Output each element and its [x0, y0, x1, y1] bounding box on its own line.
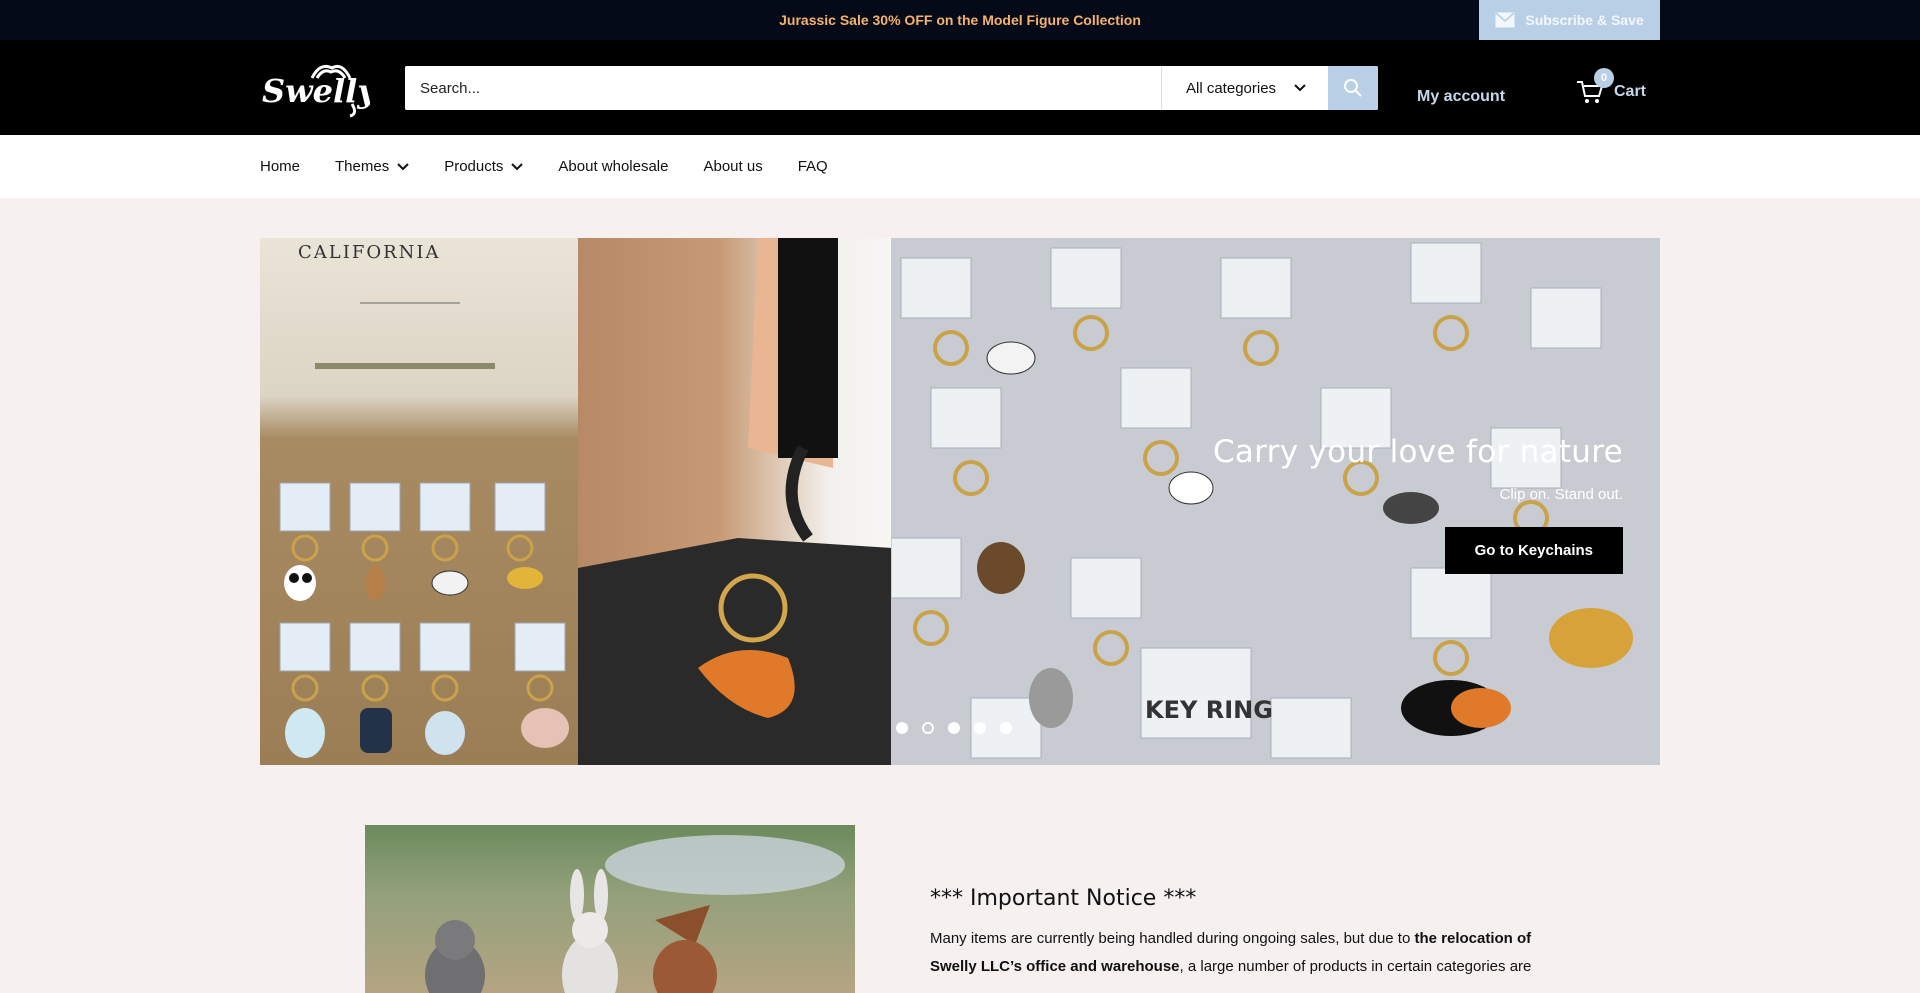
- nav-label: Themes: [335, 158, 390, 175]
- hero-image-corkboard: CALIFORNIA: [260, 238, 578, 765]
- search-button[interactable]: [1328, 66, 1378, 110]
- hero-title: Carry your love for nature: [1212, 434, 1623, 470]
- important-notice: *** Important Notice *** Many items are …: [930, 886, 1570, 981]
- corkboard-keychains-illustration: CALIFORNIA: [279, 242, 569, 758]
- slide-dot-4[interactable]: [974, 722, 986, 734]
- slide-indicators: [896, 722, 1012, 734]
- hero-caption: Carry your love for nature Clip on. Stan…: [1213, 434, 1623, 574]
- california-sign-text: CALIFORNIA: [298, 242, 441, 263]
- nav-label: Products: [444, 158, 504, 175]
- chevron-down-icon: [1294, 84, 1306, 92]
- swelly-logo[interactable]: Swelly: [260, 58, 370, 118]
- notice-title: *** Important Notice ***: [930, 886, 1197, 911]
- header: Swelly All categories My account 0 Cart: [0, 40, 1920, 135]
- search-icon: [1344, 79, 1362, 97]
- mail-icon: [1495, 12, 1515, 28]
- slide-dot-1[interactable]: [896, 722, 908, 734]
- my-account-link[interactable]: My account: [1417, 88, 1505, 106]
- category-select-label: All categories: [1186, 79, 1277, 97]
- figurines-illustration: [425, 835, 845, 993]
- hero-subtitle: Clip on. Stand out.: [1499, 486, 1623, 503]
- slide-dot-3[interactable]: [948, 722, 960, 734]
- hero-slideshow[interactable]: CALIFORNIA KEY RING Carry your love for …: [260, 238, 1660, 765]
- tag-text: KEY RING: [1145, 696, 1273, 724]
- cart-count-badge: 0: [1594, 68, 1614, 88]
- nav-item-about-us[interactable]: About us: [703, 158, 762, 175]
- figurines-image: [365, 825, 855, 993]
- notice-body: Many items are currently being handled d…: [930, 925, 1570, 981]
- nav-label: About us: [703, 158, 763, 175]
- category-select[interactable]: All categories: [1161, 66, 1328, 110]
- search-input[interactable]: [405, 66, 1161, 110]
- subscribe-button[interactable]: Subscribe & Save: [1479, 0, 1660, 40]
- nav-label: FAQ: [797, 158, 828, 175]
- cart-label: Cart: [1614, 83, 1647, 100]
- chevron-down-icon: [511, 162, 524, 170]
- nav-item-faq[interactable]: FAQ: [798, 158, 828, 175]
- slide-dot-2[interactable]: [922, 722, 934, 734]
- nav-label: About wholesale: [558, 158, 669, 175]
- search-bar: All categories: [405, 66, 1378, 110]
- main-nav: Home Themes Products About wholesale Abo…: [0, 135, 1920, 198]
- nav-item-about-wholesale[interactable]: About wholesale: [558, 158, 668, 175]
- announcement-bar: Jurassic Sale 30% OFF on the Model Figur…: [0, 0, 1920, 40]
- cart-icon-wrap: 0: [1576, 68, 1614, 106]
- notice-body-text: Many items are currently being handled d…: [930, 930, 1415, 947]
- go-to-keychains-button[interactable]: Go to Keychains: [1444, 527, 1623, 574]
- subscribe-label: Subscribe & Save: [1525, 12, 1644, 28]
- slide-dot-5[interactable]: [1000, 722, 1012, 734]
- nav-item-themes[interactable]: Themes: [335, 158, 409, 175]
- nav-item-home[interactable]: Home: [260, 158, 300, 175]
- bag-clip-illustration: [578, 238, 891, 765]
- cart-link[interactable]: 0 Cart: [1576, 68, 1647, 106]
- hero-image-bag-clip: [578, 238, 891, 765]
- nav-item-products[interactable]: Products: [444, 158, 524, 175]
- nav-label: Home: [260, 158, 301, 175]
- notice-body-text-continued: , a large number of products in certain …: [1179, 958, 1532, 975]
- chevron-down-icon: [397, 162, 409, 170]
